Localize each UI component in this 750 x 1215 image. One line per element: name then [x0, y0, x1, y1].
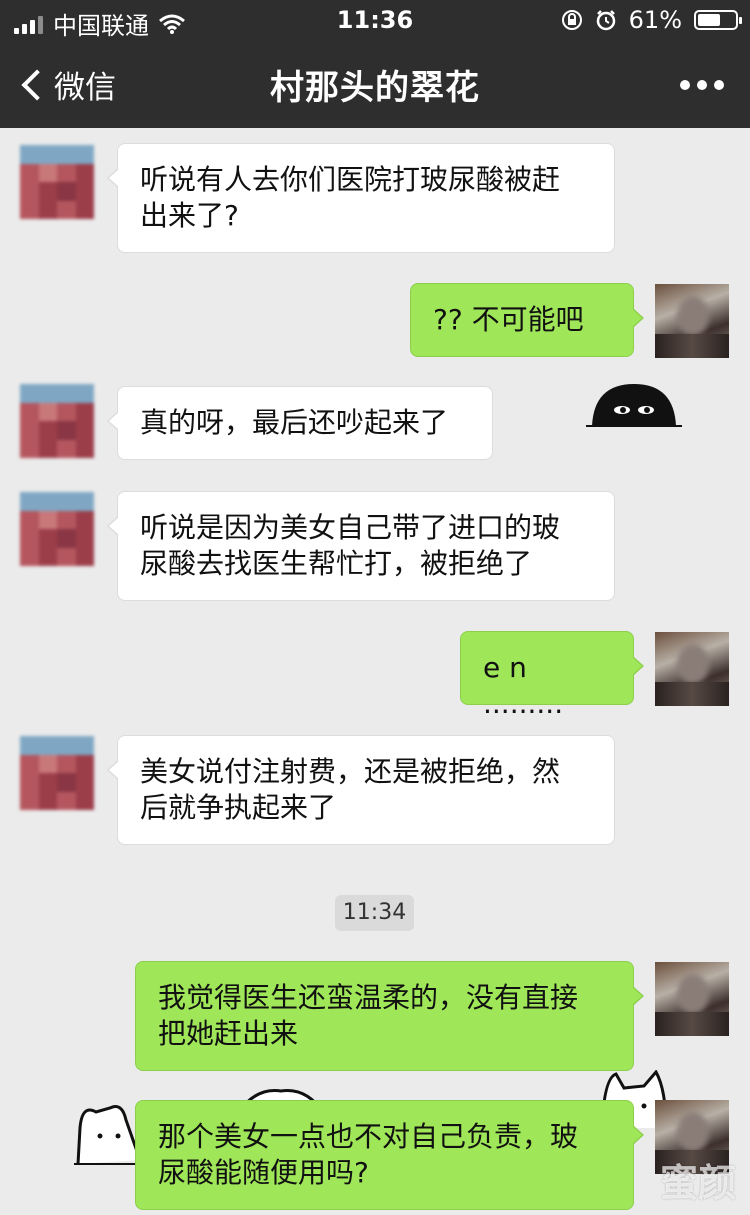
dog-sticker-left — [74, 1105, 144, 1165]
contact-avatar[interactable] — [20, 384, 94, 458]
alarm-icon — [596, 10, 615, 31]
contact-avatar[interactable] — [20, 736, 94, 810]
peeking-face-sticker — [586, 384, 682, 427]
message-bubble-outgoing[interactable]: ?? 不可能吧 — [410, 283, 644, 357]
own-avatar[interactable] — [655, 962, 729, 1036]
message-bubble-outgoing[interactable]: e n ......... — [460, 631, 644, 720]
status-bar: 中国联通 11:36 61% — [0, 0, 750, 40]
battery-percent: 61% — [628, 6, 682, 34]
message-bubble-incoming[interactable]: 真的呀，最后还吵起来了 — [107, 386, 493, 460]
contact-avatar[interactable] — [20, 145, 94, 219]
message-bubble-incoming[interactable]: 听说是因为美女自己带了进口的玻 尿酸去找医生帮忙打，被拒绝了 — [107, 491, 615, 601]
battery-icon — [694, 10, 742, 30]
message-bubble-incoming[interactable]: 听说有人去你们医院打玻尿酸被赶 出来了? — [107, 143, 615, 253]
own-avatar[interactable] — [655, 284, 729, 358]
chat-title: 村那头的翠花 — [270, 68, 480, 108]
rotation-lock-icon — [561, 10, 582, 30]
message-timestamp: 11:34 — [335, 895, 414, 931]
more-button[interactable] — [680, 80, 724, 90]
message-bubble-outgoing[interactable]: 我觉得医生还蛮温柔的，没有直接 把她赶出来 — [135, 961, 644, 1071]
nav-bar: 微信 村那头的翠花 — [0, 40, 750, 128]
watermark: 蜜颜 — [659, 1161, 736, 1205]
more-dot-icon — [680, 80, 690, 90]
message-bubble-incoming[interactable]: 美女说付注射费，还是被拒绝，然 后就争执起来了 — [107, 735, 615, 845]
own-avatar[interactable] — [655, 632, 729, 706]
status-right: 61% — [561, 6, 742, 34]
more-dot-icon — [714, 80, 724, 90]
message-bubble-outgoing[interactable]: 那个美女一点也不对自己负责，玻 尿酸能随便用吗? — [135, 1100, 644, 1210]
more-dot-icon — [697, 80, 707, 90]
battery-fill — [698, 14, 720, 26]
contact-avatar[interactable] — [20, 492, 94, 566]
